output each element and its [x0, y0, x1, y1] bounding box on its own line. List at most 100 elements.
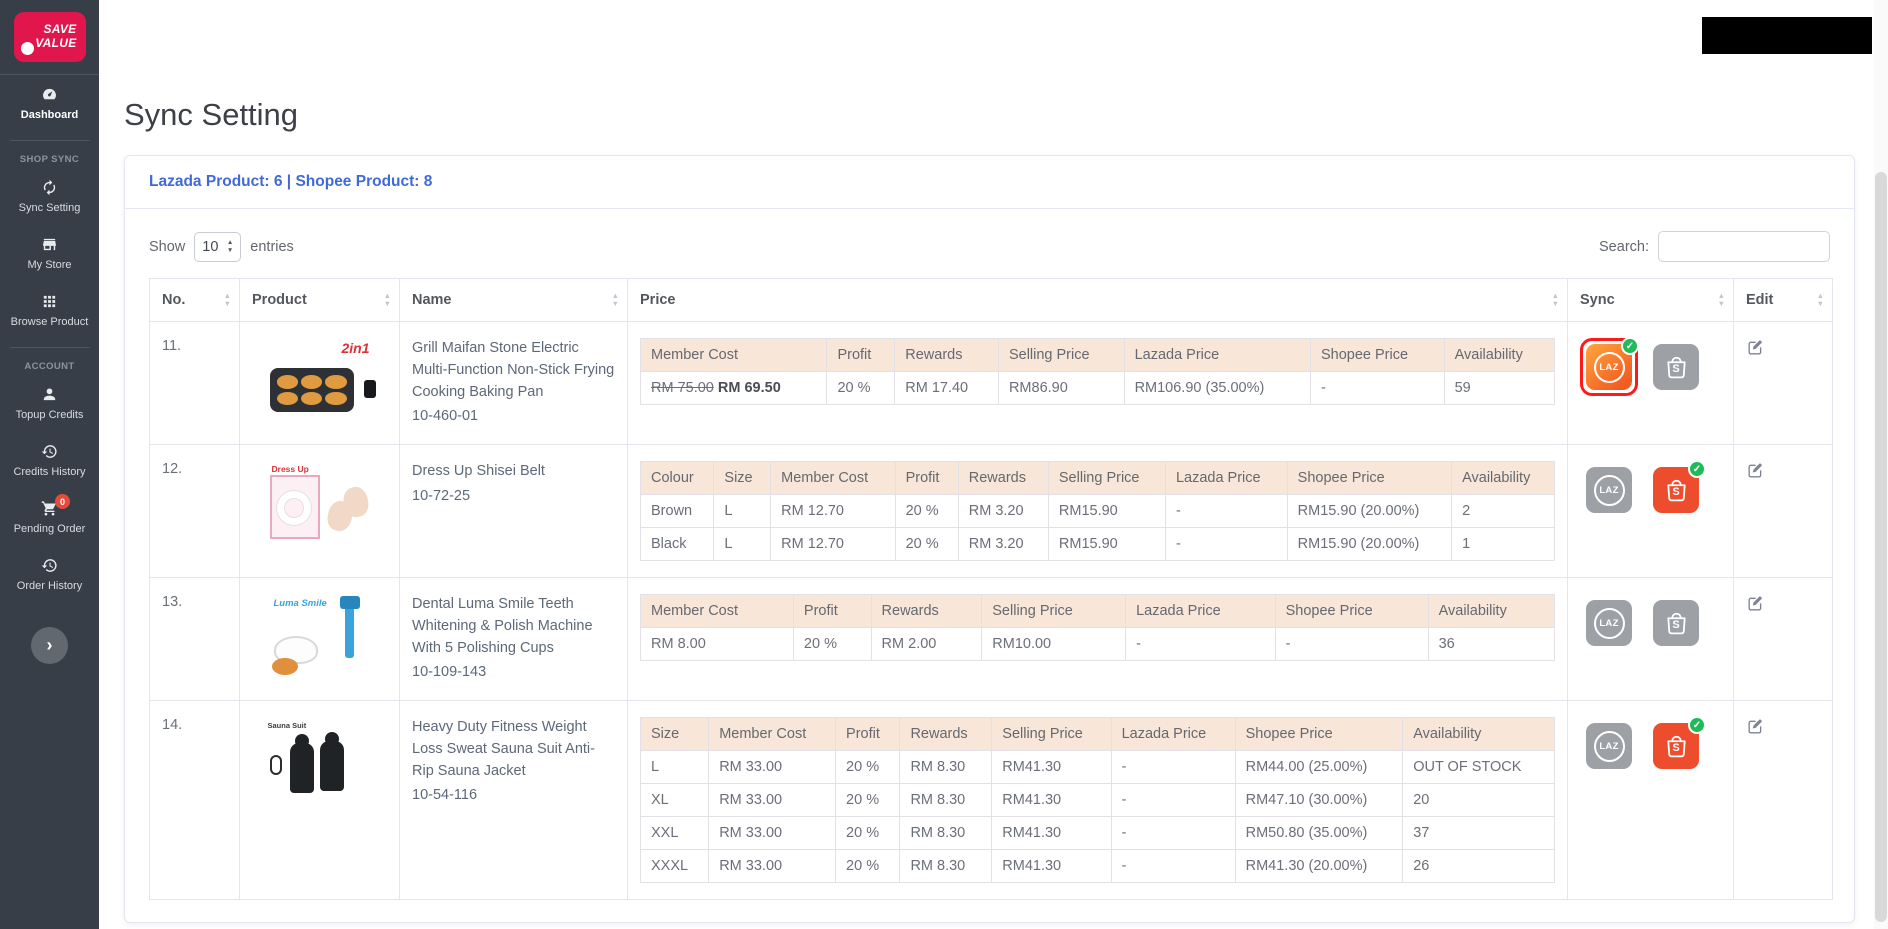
- product-sku: 10-72-25: [412, 487, 471, 504]
- show-label: Show: [149, 238, 186, 255]
- lazada-ring-icon: LAZ: [1593, 474, 1625, 506]
- chevron-right-icon: ›: [46, 635, 53, 655]
- lazada-sync-icon[interactable]: LAZ ✓: [1586, 337, 1639, 390]
- price-value: RM 8.00: [640, 627, 794, 661]
- price-value: -: [1274, 627, 1429, 661]
- price-value: RM 8.30: [899, 783, 993, 817]
- sidebar-collapse-button[interactable]: ›: [31, 627, 68, 664]
- edit-icon: [1748, 719, 1763, 734]
- brand-line1: SAVE: [43, 22, 77, 37]
- edit-button[interactable]: [1746, 461, 1765, 480]
- column-header-edit[interactable]: Edit ▲ ▼: [1733, 278, 1833, 322]
- column-label: No.: [162, 292, 186, 308]
- shopee-sync-icon[interactable]: S ✓: [1653, 716, 1706, 769]
- lazada-sync-wrap: LAZ ✓: [1580, 337, 1639, 396]
- sidebar-item-order-history[interactable]: Order History: [0, 546, 99, 603]
- price-col-rewards: Rewards: [899, 717, 993, 751]
- search-label: Search:: [1599, 238, 1649, 255]
- price-value: 20 %: [894, 494, 959, 528]
- column-header-name[interactable]: Name ▲ ▼: [399, 278, 628, 322]
- shopee-letter: S: [1672, 363, 1680, 376]
- product-image-cell: Sauna Suit: [239, 700, 400, 900]
- price-header-row: Colour Size Member Cost Profit Rewards Sellin…: [639, 461, 1555, 495]
- product-art-shape: [276, 491, 311, 525]
- product-image: Sauna Suit: [261, 717, 378, 803]
- sidebar-item-credits-history[interactable]: Credits History: [0, 432, 99, 489]
- entries-label: entries: [250, 238, 294, 255]
- row-number: 12.: [162, 461, 183, 477]
- product-art-shape: [319, 741, 344, 791]
- price-row: Brown L RM 12.70 20 % RM 3.20 RM15.90- RM15.90…: [639, 494, 1555, 528]
- price-value: RM47.10 (30.00%): [1234, 783, 1404, 817]
- row-number-cell: 11.: [149, 321, 240, 445]
- grid-icon-svg: [43, 295, 56, 308]
- price-value: 20 %: [894, 527, 959, 561]
- price-col-availability: Availability: [1451, 461, 1555, 495]
- price-value: RM15.90 (20.00%): [1286, 494, 1453, 528]
- column-header-product[interactable]: Product ▲ ▼: [239, 278, 400, 322]
- table-header-row: No. ▲ ▼ Product ▲ ▼ Name ▲ ▼ Price ▲ ▼ Sync ▲ ▼ Edit ▲ ▼: [149, 278, 1833, 322]
- lazada-sync-icon[interactable]: LAZ: [1586, 600, 1632, 646]
- product-image-caption: Luma Smile: [273, 598, 327, 609]
- edit-button[interactable]: [1746, 338, 1765, 357]
- card-body: Show 10 ▲ ▼ entries Search: No. ▲ ▼ Product ▲…: [125, 209, 1854, 922]
- price-col-size: Size: [639, 717, 710, 751]
- price-value: RM41.30 (20.00%): [1234, 849, 1404, 883]
- sidebar-item-pending-order[interactable]: 0 Pending Order: [0, 489, 99, 546]
- shopee-letter: S: [1672, 619, 1680, 632]
- shopee-sync-icon[interactable]: S: [1653, 600, 1699, 646]
- brand-logo[interactable]: SAVE VALUE: [13, 12, 86, 62]
- sidebar-item-browse-product[interactable]: Browse Product: [0, 282, 99, 339]
- lazada-sync-icon[interactable]: LAZ: [1586, 723, 1632, 769]
- price-value: RM 8.30: [899, 849, 993, 883]
- edit-button[interactable]: [1746, 717, 1765, 736]
- shopee-sync-icon[interactable]: S ✓: [1653, 460, 1706, 513]
- sync-icons: LAZ S ✓: [1580, 716, 1721, 775]
- price-value: 36: [1427, 627, 1556, 661]
- search-input[interactable]: [1658, 231, 1830, 262]
- entries-select[interactable]: 10 ▲ ▼: [194, 231, 242, 262]
- price-value: 20: [1402, 783, 1555, 817]
- price-col-availability: Availability: [1443, 338, 1556, 372]
- sort-icon: ▲ ▼: [223, 290, 231, 308]
- price-value: -: [1164, 494, 1288, 528]
- shopee-sync-wrap: S ✓: [1647, 716, 1706, 775]
- shopee-sync-icon[interactable]: S: [1653, 344, 1699, 390]
- sidebar-item-sync-setting[interactable]: Sync Setting: [0, 168, 99, 225]
- price-value: RM 33.00: [708, 783, 837, 817]
- price-row: RM 8.00 20 % RM 2.00 RM10.00- -36: [640, 627, 1556, 661]
- price-col-member-cost: Member Cost: [639, 338, 828, 372]
- lazada-ring-icon: LAZ: [1593, 730, 1625, 762]
- column-header-price[interactable]: Price ▲ ▼: [627, 278, 1568, 322]
- sidebar-item-my-store[interactable]: My Store: [0, 225, 99, 282]
- edit-icon: [1748, 596, 1763, 611]
- shopee-letter: S: [1672, 486, 1680, 499]
- edit-button[interactable]: [1746, 594, 1765, 613]
- price-row: XL RM 33.00 20 % RM 8.30 RM41.30- RM47.10 (30…: [639, 783, 1555, 817]
- sidebar-item-dashboard[interactable]: Dashboard: [0, 75, 99, 132]
- column-label: Price: [640, 292, 676, 308]
- price-col-lazada-price: Lazada Price: [1123, 338, 1311, 372]
- price-value: RM50.80 (35.00%): [1234, 816, 1404, 850]
- product-name: Dental Luma Smile Teeth Whitening & Poli…: [412, 596, 593, 656]
- price-col-profit: Profit: [792, 594, 872, 628]
- shopee-sync-wrap: S: [1647, 594, 1705, 652]
- sidebar-item-topup-credits[interactable]: Topup Credits: [0, 375, 99, 432]
- user-icon: [41, 386, 58, 403]
- column-header-sync[interactable]: Sync ▲ ▼: [1567, 278, 1734, 322]
- redacted-account-info: [1702, 17, 1872, 54]
- column-header-no[interactable]: No. ▲ ▼: [149, 278, 240, 322]
- sidebar-item-label: My Store: [27, 259, 72, 271]
- price-row: RM 75.00 RM 69.50 20 % RM 17.40 RM86.90 RM10…: [639, 371, 1556, 405]
- lazada-sync-icon[interactable]: LAZ: [1586, 467, 1632, 513]
- member-cost-new-price: RM 69.50: [717, 380, 781, 396]
- scrollbar-thumb[interactable]: [1875, 172, 1887, 922]
- price-value: RM15.90: [1047, 527, 1166, 561]
- lazada-sync-wrap: LAZ: [1580, 717, 1638, 775]
- main-content: Sync Setting Lazada Product: 6 | Shopee …: [99, 67, 1888, 929]
- price-col-availability: Availability: [1402, 717, 1555, 751]
- sidebar-item-label: Browse Product: [10, 316, 89, 328]
- price-value: 2: [1451, 494, 1555, 528]
- price-col-shopee-price: Shopee Price: [1309, 338, 1445, 372]
- product-row: 14. Sauna Suit Heavy Duty Fitness Weight L…: [149, 700, 1833, 900]
